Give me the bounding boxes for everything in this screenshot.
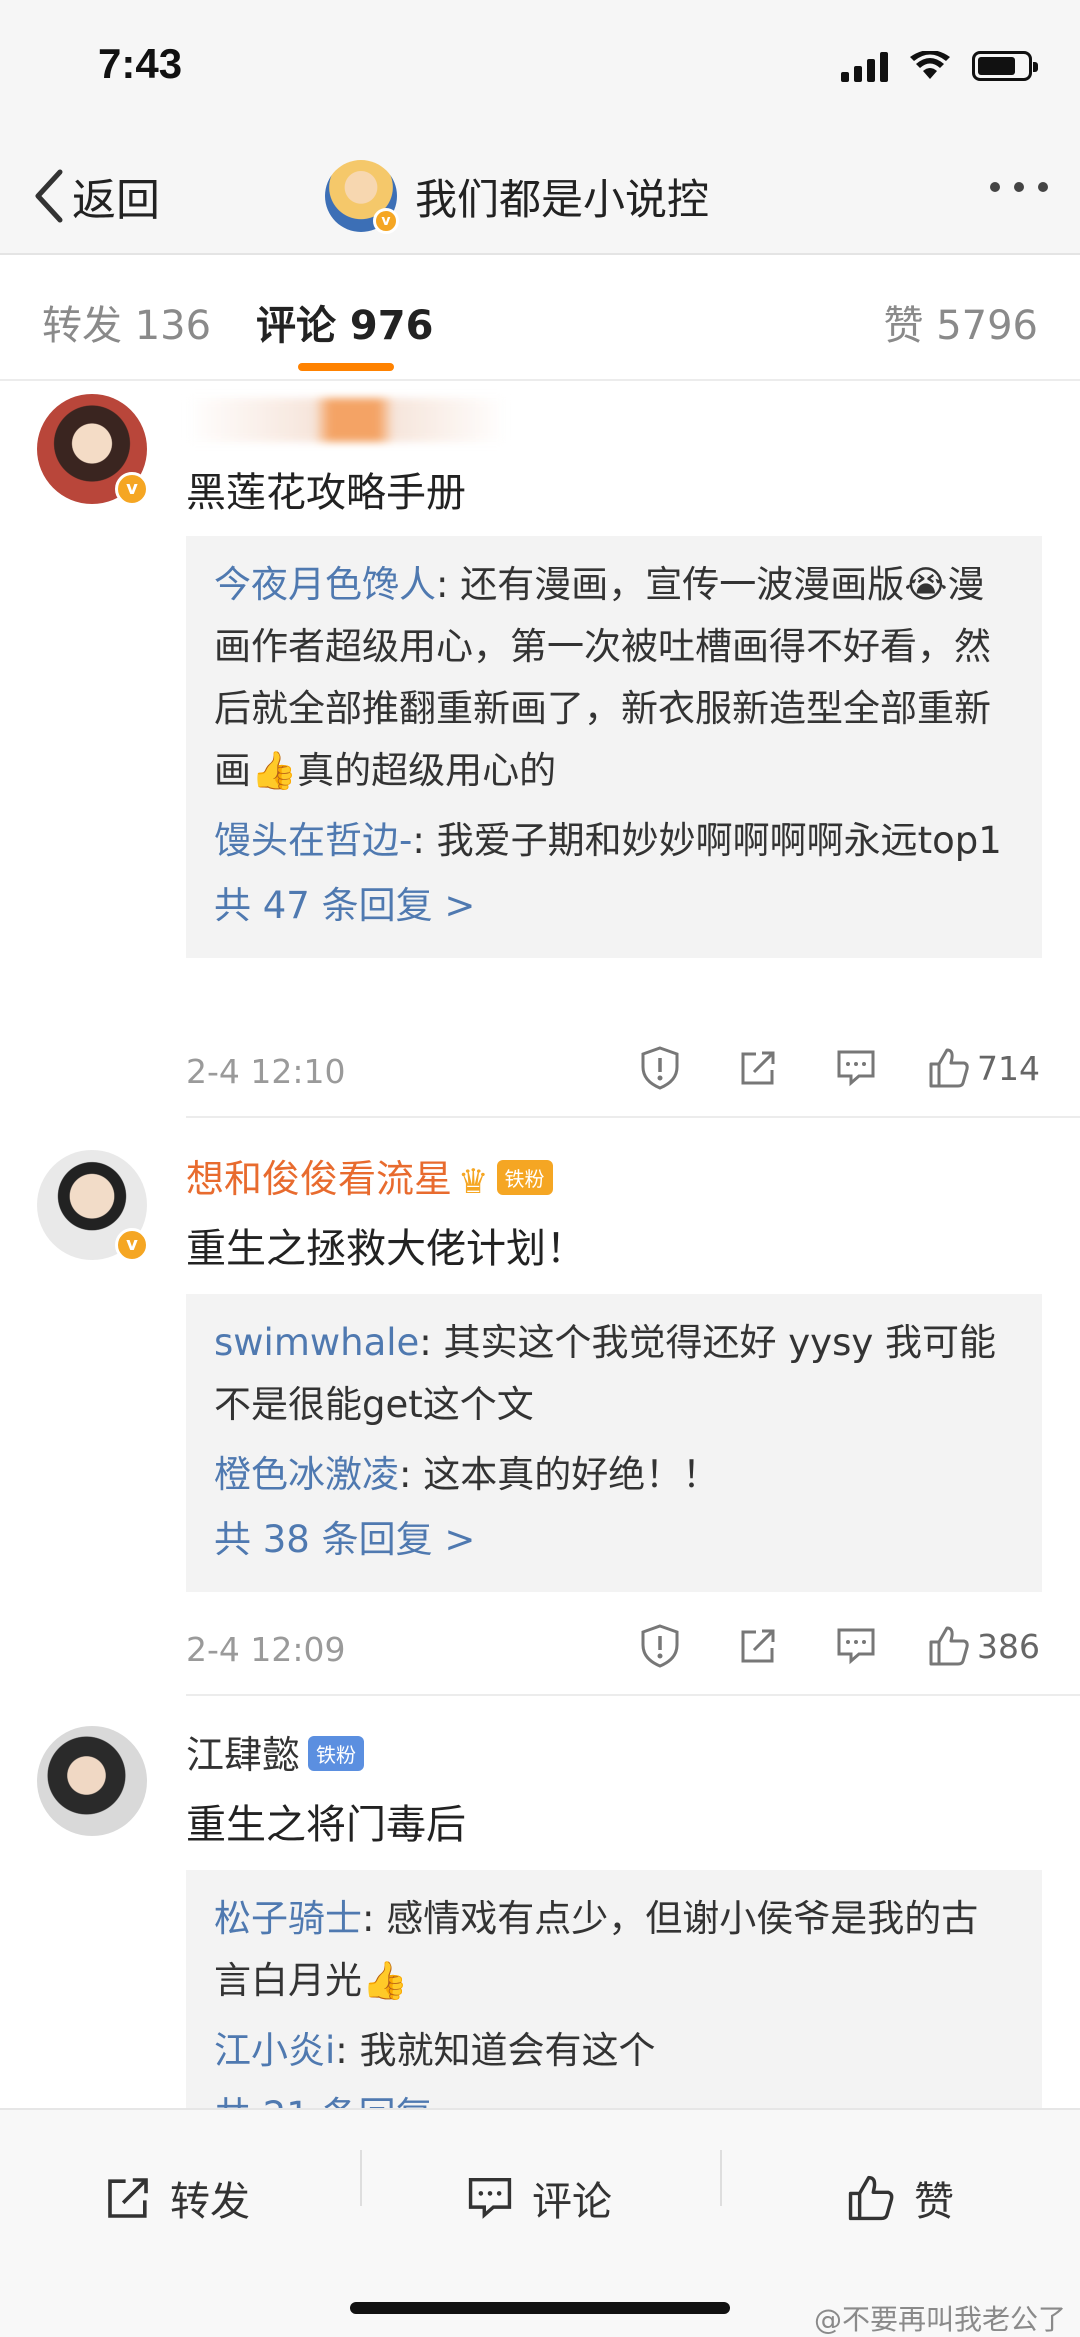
comment-actions: 714 (611, 1038, 1040, 1098)
comment-text: 重生之拯救大佬计划！ (186, 1226, 586, 1272)
like-button[interactable]: 714 (905, 1038, 1040, 1098)
comment-icon (837, 1628, 875, 1665)
thumbs-up-icon (929, 1048, 969, 1088)
reply-username[interactable]: 馒头在哲边- (214, 819, 412, 862)
reply-item: 松子骑士: 感情戏有点少，但谢小侯爷是我的古言白月光👍 (214, 1888, 1012, 2012)
reply-preview-box[interactable]: 松子骑士: 感情戏有点少，但谢小侯爷是我的古言白月光👍 江小炎i: 我就知道会有… (186, 1870, 1042, 2108)
blurred-username (186, 398, 506, 442)
fan-badge: 铁粉 (496, 1160, 553, 1195)
reply-username[interactable]: 松子骑士 (214, 1897, 362, 1940)
repost-label: 转发 (170, 2179, 250, 2225)
verified-icon: v (115, 1228, 149, 1262)
repost-button[interactable]: 转发 (104, 2150, 250, 2246)
report-button[interactable] (611, 1038, 709, 1098)
report-shield-icon (641, 1046, 679, 1090)
reply-item: 江小炎i: 我就知道会有这个 (214, 2020, 1012, 2082)
like-count: 386 (977, 1626, 1040, 1666)
reply-username[interactable]: 江小炎i (214, 2029, 335, 2072)
thumbs-up-icon (848, 2175, 894, 2221)
reply-item: 橙色冰激凌: 这本真的好绝！！ (214, 1444, 1012, 1506)
share-icon (741, 1629, 775, 1663)
report-button[interactable] (611, 1616, 709, 1676)
avatar[interactable]: v (37, 394, 149, 506)
like-button[interactable]: 赞 (846, 2150, 954, 2246)
bottom-action-bar: 转发 评论 赞 @不要再叫我老公了 (0, 2108, 1080, 2337)
avatar[interactable]: v (37, 1150, 149, 1262)
like-label: 赞 (914, 2179, 954, 2225)
comment-text: 重生之将门毒后 (186, 1802, 466, 1848)
verified-icon: v (115, 472, 149, 506)
comment-text: 黑莲花攻略手册 (186, 470, 466, 516)
reply-username[interactable]: swimwhale (214, 1321, 419, 1364)
comment-list: v 黑莲花攻略手册 今夜月色馋人: 还有漫画，宣传一波漫画版😭漫画作者超级用心，… (0, 0, 1080, 2108)
reply-text: : 我爱子期和妙妙啊啊啊啊永远top1 (412, 819, 1002, 862)
crown-icon: ♛ (458, 1161, 489, 1202)
comment-icon (837, 1050, 875, 1087)
reply-item: 馒头在哲边-: 我爱子期和妙妙啊啊啊啊永远top1 (214, 810, 1012, 872)
view-replies-link[interactable]: 共 38 条回复 > (214, 1510, 1012, 1570)
reply-username[interactable]: 橙色冰激凌 (214, 1453, 399, 1496)
like-button[interactable]: 386 (905, 1616, 1040, 1676)
report-shield-icon (641, 1624, 679, 1668)
comment-username[interactable]: 江肆懿 铁粉 (186, 1724, 365, 1779)
comment-username[interactable]: 想和俊俊看流星 ♛ 铁粉 (186, 1148, 553, 1203)
comment-label: 评论 (532, 2179, 612, 2225)
separator (360, 2150, 362, 2206)
reply-item: 今夜月色馋人: 还有漫画，宣传一波漫画版😭漫画作者超级用心，第一次被吐槽画得不好… (214, 554, 1012, 802)
share-icon (741, 1051, 775, 1085)
like-count: 714 (977, 1048, 1040, 1088)
reply-text: : 我就知道会有这个 (335, 2029, 656, 2072)
reply-preview-box[interactable]: 今夜月色馋人: 还有漫画，宣传一波漫画版😭漫画作者超级用心，第一次被吐槽画得不好… (186, 536, 1042, 958)
watermark: @不要再叫我老公了 (813, 2303, 1066, 2336)
reply-text: : 这本真的好绝！！ (399, 1453, 720, 1496)
comment-divider (186, 1116, 1080, 1118)
reply-preview-box[interactable]: swimwhale: 其实这个我觉得还好 yysy 我可能不是很能get这个文 … (186, 1294, 1042, 1592)
comment-actions: 386 (611, 1616, 1040, 1676)
fan-badge: 铁粉 (308, 1736, 365, 1771)
comment-timestamp: 2-4 12:10 (186, 1052, 346, 1091)
comment-timestamp: 2-4 12:09 (186, 1630, 346, 1669)
reply-button[interactable] (807, 1038, 905, 1098)
thumbs-up-icon (929, 1626, 969, 1666)
share-button[interactable] (709, 1616, 807, 1676)
comment-icon (468, 2178, 512, 2219)
view-replies-link[interactable]: 共 47 条回复 > (214, 876, 1012, 936)
reply-item: swimwhale: 其实这个我觉得还好 yysy 我可能不是很能get这个文 (214, 1312, 1012, 1436)
share-icon (108, 2178, 148, 2218)
avatar[interactable] (37, 1726, 147, 1836)
view-replies-link[interactable]: 共 21 条回复 (214, 2086, 1012, 2108)
separator (720, 2150, 722, 2206)
home-indicator[interactable] (350, 2302, 730, 2314)
reply-username[interactable]: 今夜月色馋人 (214, 563, 436, 606)
share-button[interactable] (709, 1038, 807, 1098)
comment-button[interactable]: 评论 (466, 2150, 612, 2246)
comment-divider (186, 1694, 1080, 1696)
reply-button[interactable] (807, 1616, 905, 1676)
